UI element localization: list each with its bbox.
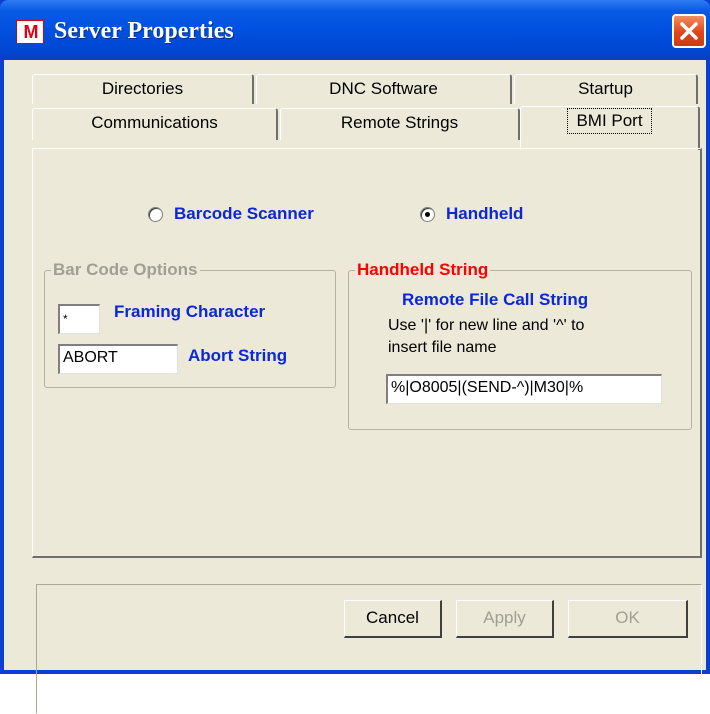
tab-label: Directories (101, 79, 184, 98)
help-text-line-2: insert file name (388, 339, 497, 356)
abort-string-label: Abort String (188, 346, 288, 365)
tab-startup[interactable]: Startup (514, 74, 698, 104)
barcode-scanner-label: Barcode Scanner (174, 204, 314, 223)
cancel-button[interactable]: Cancel (344, 600, 442, 638)
tab-label: BMI Port (567, 108, 652, 134)
dialog-client-area: Directories DNC Software Startup Communi… (4, 60, 706, 714)
barcode-scanner-radio[interactable]: Barcode Scanner (144, 204, 364, 226)
ok-button[interactable]: OK (568, 600, 688, 638)
bar-code-options-title: Bar Code Options (51, 260, 200, 280)
abort-string-input[interactable]: ABORT (58, 344, 178, 374)
apply-button[interactable]: Apply (456, 600, 554, 638)
framing-character-label: Framing Character (114, 302, 266, 321)
handheld-label: Handheld (446, 204, 524, 223)
tab-remote-strings[interactable]: Remote Strings (280, 108, 520, 140)
remote-file-call-string-label: Remote File Call String (402, 290, 589, 309)
tab-label: DNC Software (329, 79, 438, 98)
title-bar[interactable]: M Server Properties (0, 0, 710, 60)
framing-character-input[interactable]: * (58, 304, 100, 334)
tab-directories[interactable]: Directories (32, 74, 254, 104)
radio-unchecked-icon (148, 207, 163, 222)
mx-logo-icon: M (16, 20, 44, 44)
tab-label: Remote Strings (340, 113, 459, 132)
server-properties-window: M Server Properties Directories DNC Soft… (0, 0, 710, 714)
tab-dnc-software[interactable]: DNC Software (256, 74, 512, 104)
window-title: Server Properties (54, 18, 234, 44)
handheld-radio[interactable]: Handheld (416, 204, 556, 226)
tab-label: Communications (91, 113, 218, 132)
close-button[interactable] (672, 14, 706, 48)
tab-bmi-port[interactable]: BMI Port (520, 106, 700, 150)
tab-communications[interactable]: Communications (32, 108, 278, 140)
tab-label: Startup (578, 79, 633, 98)
remote-file-call-string-input[interactable]: %|O8005|(SEND-^)|M30|% (386, 374, 662, 404)
radio-checked-icon (420, 207, 435, 222)
handheld-string-title: Handheld String (355, 260, 491, 280)
help-text-line-1: Use '|' for new line and '^' to (388, 317, 585, 334)
close-icon (680, 22, 698, 40)
